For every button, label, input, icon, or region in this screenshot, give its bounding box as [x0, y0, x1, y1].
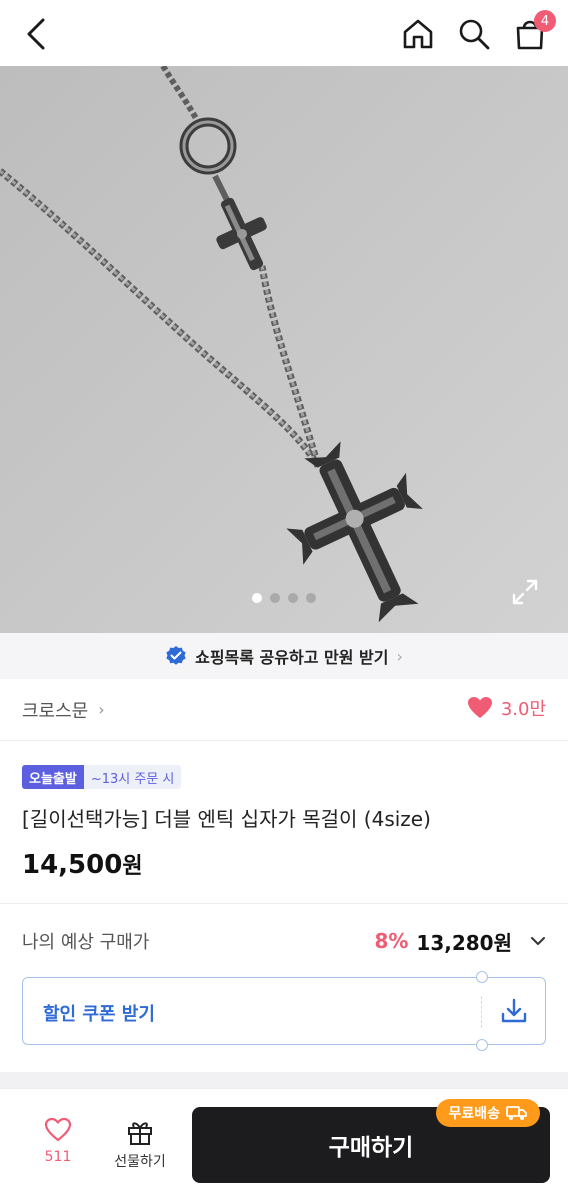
brand-like-button[interactable]: 3.0만	[467, 695, 546, 721]
coupon-label: 할인 쿠폰 받기	[43, 1004, 155, 1025]
free-shipping-text: 무료배송	[448, 1106, 500, 1122]
like-count-text: 3.0만	[500, 699, 546, 720]
wishlist-button[interactable]: 511	[28, 1117, 88, 1165]
chevron-right-icon: ›	[98, 700, 105, 719]
expand-icon	[512, 579, 538, 605]
price-value: 14,500	[22, 850, 123, 880]
brand-name-link[interactable]: 크로스문	[22, 697, 88, 723]
verified-check-icon	[166, 646, 186, 665]
brand-row: 크로스문 › 3.0만	[0, 679, 568, 741]
bottom-action-bar: 511 선물하기 구매하기 무료배송	[0, 1088, 568, 1200]
coupon-separator	[481, 996, 482, 1028]
buy-label: 구매하기	[328, 1135, 414, 1161]
discount-rate: 8%	[374, 929, 409, 953]
download-icon	[501, 998, 527, 1023]
divider	[0, 903, 568, 904]
product-image-gallery[interactable]	[0, 66, 568, 633]
product-price: 14,500원	[22, 848, 546, 880]
expected-price-row[interactable]: 나의 예상 구매가 8% 13,280원	[22, 908, 546, 974]
truck-icon	[506, 1106, 527, 1120]
gallery-dot[interactable]	[270, 593, 280, 603]
gift-label: 선물하기	[114, 1154, 166, 1170]
home-button[interactable]	[398, 14, 438, 54]
gift-icon	[128, 1122, 152, 1145]
share-banner-text: 쇼핑목록 공유하고 만원 받기	[195, 648, 389, 667]
coupon-download-button[interactable]: 할인 쿠폰 받기	[22, 971, 546, 1051]
expected-price-value: 8% 13,280원	[374, 927, 546, 956]
coupon-notch	[476, 971, 488, 983]
home-icon	[403, 19, 433, 49]
expected-price-label: 나의 예상 구매가	[22, 932, 150, 953]
chevron-down-icon	[531, 937, 545, 945]
gallery-dot[interactable]	[252, 593, 262, 603]
top-navigation-bar: 4	[0, 0, 568, 66]
gallery-dot[interactable]	[306, 593, 316, 603]
search-button[interactable]	[454, 14, 494, 54]
wishlist-count: 511	[44, 1149, 72, 1165]
today-shipping-badge: 오늘출발	[22, 765, 84, 789]
cart-count-badge: 4	[534, 10, 556, 32]
heart-filled-icon	[467, 697, 492, 718]
product-photo	[0, 66, 568, 633]
chevron-left-icon	[27, 18, 45, 50]
free-shipping-badge: 무료배송	[436, 1099, 540, 1127]
order-cutoff-badge: ~13시 주문 시	[83, 765, 182, 789]
back-button[interactable]	[18, 14, 54, 54]
chevron-right-icon: ›	[396, 646, 403, 666]
product-info: 오늘출발 ~13시 주문 시 [길이선택가능] 더블 엔틱 십자가 목걸이 (4…	[22, 741, 546, 880]
expected-price: 13,280원	[416, 930, 512, 955]
cart-button[interactable]: 4	[510, 10, 556, 54]
gift-button[interactable]: 선물하기	[106, 1119, 174, 1171]
share-list-banner[interactable]: 쇼핑목록 공유하고 만원 받기 ›	[0, 633, 568, 679]
expand-image-button[interactable]	[510, 577, 540, 607]
delivery-badges: 오늘출발 ~13시 주문 시	[22, 765, 546, 789]
gallery-pagination	[0, 593, 568, 603]
search-icon	[459, 19, 490, 50]
coupon-notch	[476, 1039, 488, 1051]
product-title: [길이선택가능] 더블 엔틱 십자가 목걸이 (4size)	[22, 807, 431, 831]
heart-outline-icon	[44, 1117, 72, 1142]
price-currency: 원	[122, 854, 143, 879]
gallery-dot[interactable]	[288, 593, 298, 603]
